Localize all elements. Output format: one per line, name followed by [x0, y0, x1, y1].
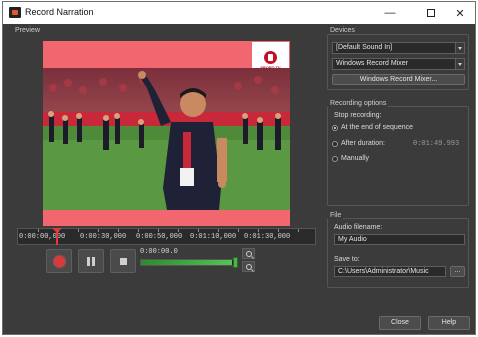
zoom-in-icon	[245, 250, 252, 257]
recording-options-label: Recording options	[328, 100, 389, 107]
close-icon: ✕	[455, 7, 465, 20]
video-frame	[43, 68, 290, 210]
preview-group-label: Preview	[13, 27, 42, 34]
close-button[interactable]: Close	[379, 316, 421, 330]
duration-value[interactable]: 0:01:49.993	[413, 140, 459, 148]
playhead[interactable]	[56, 229, 58, 245]
chevron-down-icon	[455, 43, 464, 53]
zoom-in-button[interactable]	[242, 248, 255, 259]
input-volume-slider[interactable]	[233, 257, 238, 268]
audio-level-fill	[141, 260, 233, 265]
radio-after-duration[interactable]	[332, 141, 338, 147]
audio-filename-input[interactable]: My Audio	[334, 234, 465, 245]
input-device-select[interactable]: [Default Sound In]	[332, 42, 465, 54]
devices-group-label: Devices	[328, 27, 357, 34]
zoom-out-button[interactable]	[242, 261, 255, 272]
timeline-label: 0:01:30,000	[244, 233, 291, 241]
record-icon	[53, 255, 65, 267]
chevron-down-icon	[455, 59, 464, 69]
stop-recording-label: Stop recording:	[334, 112, 382, 119]
record-narration-dialog: Record Narration — ✕ Preview SPORT·TV 0:…	[2, 1, 476, 335]
stop-button[interactable]	[110, 249, 136, 273]
minimize-icon: —	[384, 7, 396, 19]
mixer-value: Windows Record Mixer	[336, 60, 408, 67]
input-device-value: [Default Sound In]	[336, 44, 393, 51]
stop-icon	[119, 257, 127, 265]
file-group-label: File	[328, 212, 344, 219]
timeline-label: 0:00:50,000	[136, 233, 183, 241]
close-window-button[interactable]: ✕	[443, 2, 477, 24]
window-title: Record Narration	[25, 7, 94, 17]
mixer-select[interactable]: Windows Record Mixer	[332, 58, 465, 70]
logo-icon	[264, 50, 277, 64]
pause-button[interactable]	[78, 249, 104, 273]
pause-icon	[87, 256, 95, 266]
video-frame-image	[43, 68, 290, 210]
audio-level-meter	[140, 259, 236, 266]
option-label[interactable]: At the end of sequence	[341, 124, 413, 131]
radio-manually[interactable]	[332, 156, 338, 162]
timeline-label: 0:01:10,000	[190, 233, 237, 241]
record-button[interactable]	[46, 249, 72, 273]
radio-end-of-sequence[interactable]	[332, 125, 338, 131]
audio-filename-label: Audio filename:	[334, 224, 383, 231]
browse-button[interactable]: ...	[450, 266, 465, 277]
recording-time: 0:00:00.0	[140, 248, 178, 256]
zoom-out-icon	[245, 263, 252, 270]
video-preview: SPORT·TV	[43, 41, 290, 226]
save-path-input[interactable]: C:\Users\Administrator\Music	[334, 266, 446, 277]
windows-record-mixer-button[interactable]: Windows Record Mixer...	[332, 74, 465, 85]
save-to-label: Save to:	[334, 256, 360, 263]
option-label[interactable]: After duration:	[341, 140, 385, 147]
app-icon	[9, 7, 21, 18]
help-button[interactable]: Help	[428, 316, 470, 330]
maximize-icon	[427, 9, 435, 17]
timeline-label: 0:00:30,000	[80, 233, 127, 241]
timeline-ruler[interactable]: 0:00:00,000 0:00:30,000 0:00:50,000 0:01…	[17, 228, 316, 245]
option-label[interactable]: Manually	[341, 155, 369, 162]
minimize-button[interactable]: —	[373, 2, 407, 24]
timeline-label: 0:00:00,000	[19, 233, 66, 241]
title-bar: Record Narration — ✕	[3, 2, 475, 24]
